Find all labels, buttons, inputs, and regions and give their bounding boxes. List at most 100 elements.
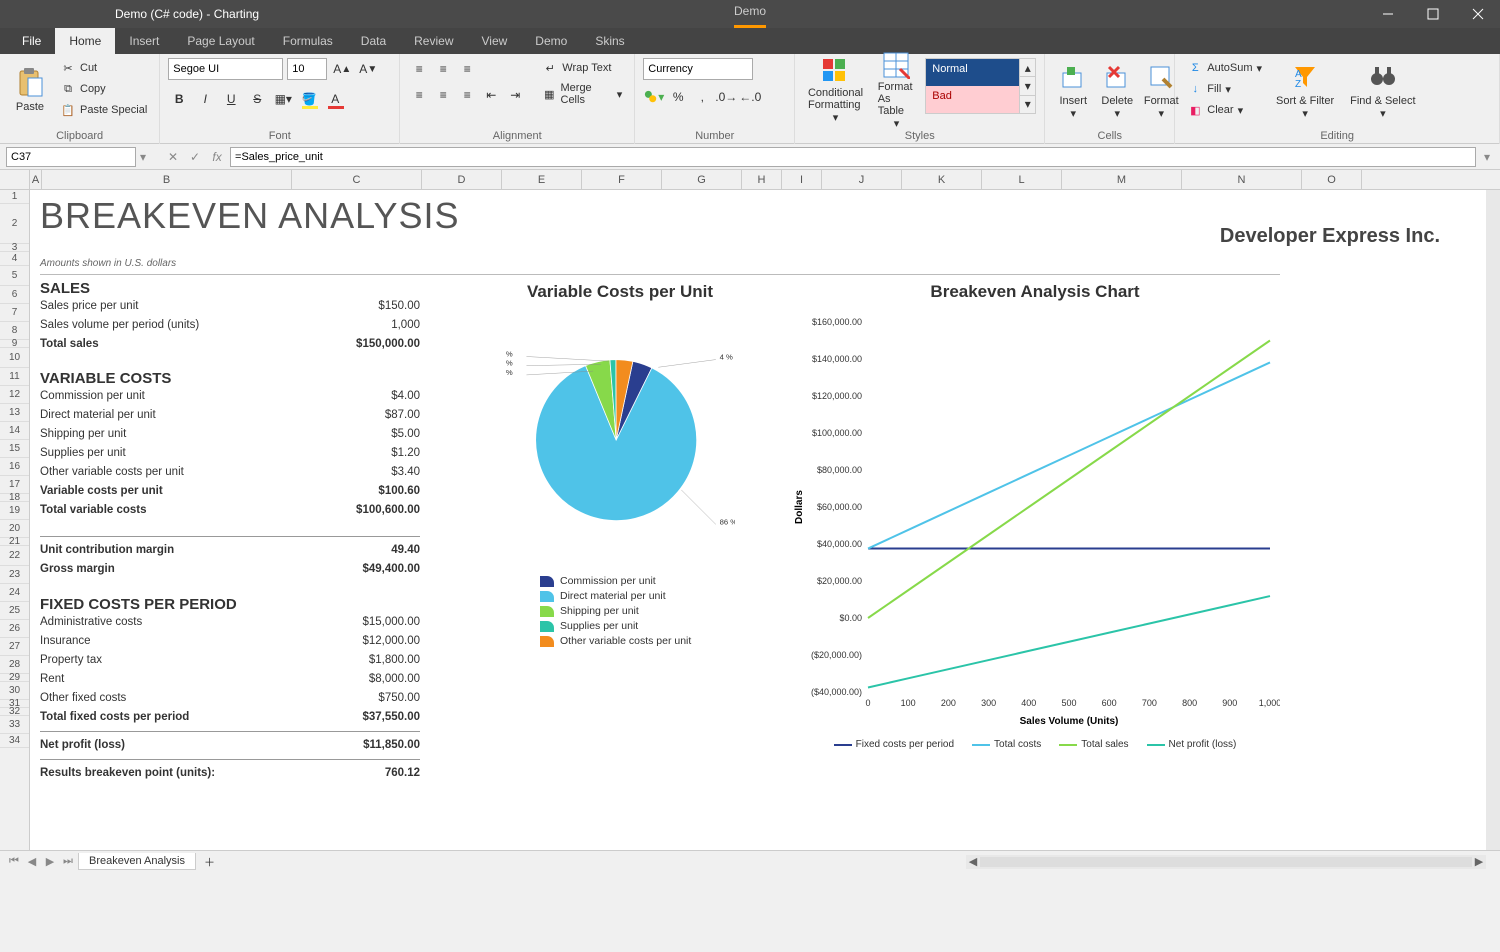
sheet-nav-last[interactable]: ⏭ [60,854,76,870]
autosum-button[interactable]: ΣAutoSum ▾ [1183,58,1266,78]
row-header[interactable]: 4 [0,252,29,266]
align-middle-button[interactable]: ≡ [432,58,454,80]
row-header[interactable]: 12 [0,386,29,404]
row-header[interactable]: 23 [0,566,29,584]
copy-button[interactable]: ⧉Copy [56,79,151,99]
tab-home[interactable]: Home [55,28,115,54]
row-header[interactable]: 9 [0,340,29,348]
align-left-button[interactable]: ≡ [408,84,430,106]
row-header[interactable]: 26 [0,620,29,638]
number-format-select[interactable] [643,58,753,80]
align-bottom-button[interactable]: ≡ [456,58,478,80]
column-header[interactable]: H [742,170,782,189]
horizontal-scrollbar[interactable]: ◀▶ [966,855,1486,869]
select-all-cell[interactable] [0,170,30,189]
paste-special-button[interactable]: 📋Paste Special [56,100,151,120]
increase-decimal-button[interactable]: .0→ [715,86,737,108]
decrease-font-button[interactable]: A▼ [357,58,379,80]
column-header[interactable]: N [1182,170,1302,189]
wrap-text-button[interactable]: ↵Wrap Text [538,58,626,78]
currency-button[interactable]: ▾ [643,86,665,108]
conditional-formatting-button[interactable]: Conditional Formatting ▾ [803,58,867,122]
row-header[interactable]: 22 [0,546,29,566]
cancel-formula-button[interactable]: ✕ [164,148,182,166]
fill-color-button[interactable]: 🪣 [298,88,320,110]
close-button[interactable] [1455,0,1500,28]
row-header[interactable]: 18 [0,494,29,502]
expand-formula-bar-button[interactable]: ▾ [1480,150,1494,164]
bold-button[interactable]: B [168,88,190,110]
add-sheet-button[interactable]: ＋ [198,852,221,872]
increase-font-button[interactable]: A▲ [331,58,353,80]
align-top-button[interactable]: ≡ [408,58,430,80]
decrease-indent-button[interactable]: ⇤ [480,84,502,106]
find-select-button[interactable]: Find & Select ▾ [1344,58,1421,122]
row-header[interactable]: 27 [0,638,29,656]
sort-filter-button[interactable]: AZ Sort & Filter ▾ [1270,58,1340,122]
maximize-button[interactable] [1410,0,1455,28]
font-name-select[interactable] [168,58,283,80]
column-header[interactable]: E [502,170,582,189]
worksheet-grid[interactable]: BREAKEVEN ANALYSIS Developer Express Inc… [30,190,1500,850]
sheet-nav-prev[interactable]: ◀ [24,854,40,870]
style-normal[interactable]: Normal [926,59,1019,86]
row-header[interactable]: 1 [0,190,29,204]
row-header[interactable]: 2 [0,204,29,244]
name-box[interactable] [6,147,136,167]
increase-indent-button[interactable]: ⇥ [504,84,526,106]
percent-button[interactable]: % [667,86,689,108]
column-header[interactable]: L [982,170,1062,189]
column-header[interactable]: J [822,170,902,189]
row-header[interactable]: 10 [0,348,29,368]
tab-demo[interactable]: Demo [521,28,581,54]
row-header[interactable]: 16 [0,458,29,476]
format-as-table-button[interactable]: Format As Table ▾ [872,58,922,122]
fill-button[interactable]: ↓Fill ▾ [1183,79,1266,99]
styles-more-button[interactable]: ▾ [1020,96,1035,113]
row-header[interactable]: 5 [0,266,29,286]
row-header[interactable]: 34 [0,734,29,748]
align-right-button[interactable]: ≡ [456,84,478,106]
align-center-button[interactable]: ≡ [432,84,454,106]
font-color-button[interactable]: A [324,88,346,110]
name-box-dropdown[interactable]: ▾ [140,150,146,164]
column-header[interactable]: O [1302,170,1362,189]
tab-insert[interactable]: Insert [115,28,173,54]
column-header[interactable]: C [292,170,422,189]
cell-styles-gallery[interactable]: Normal Bad [925,58,1020,114]
accept-formula-button[interactable]: ✓ [186,148,204,166]
column-header[interactable]: M [1062,170,1182,189]
italic-button[interactable]: I [194,88,216,110]
formula-input[interactable] [230,147,1476,167]
column-header[interactable]: G [662,170,742,189]
style-bad[interactable]: Bad [926,86,1019,113]
comma-button[interactable]: , [691,86,713,108]
tab-formulas[interactable]: Formulas [269,28,347,54]
paste-button[interactable]: Paste [8,58,52,122]
sheet-nav-next[interactable]: ▶ [42,854,58,870]
row-header[interactable]: 24 [0,584,29,602]
column-header[interactable]: D [422,170,502,189]
tab-page-layout[interactable]: Page Layout [173,28,268,54]
styles-up-button[interactable]: ▴ [1020,59,1035,77]
row-header[interactable]: 14 [0,422,29,440]
tab-review[interactable]: Review [400,28,467,54]
font-size-select[interactable] [287,58,327,80]
sheet-nav-first[interactable]: ⏮ [6,854,22,870]
insert-cells-button[interactable]: Insert ▾ [1053,58,1093,122]
row-header[interactable]: 19 [0,502,29,520]
decrease-decimal-button[interactable]: ←.0 [739,86,761,108]
column-header[interactable]: B [42,170,292,189]
sheet-tab-active[interactable]: Breakeven Analysis [78,853,196,870]
row-header[interactable]: 6 [0,286,29,304]
row-header[interactable]: 15 [0,440,29,458]
row-header[interactable]: 25 [0,602,29,620]
row-header[interactable]: 11 [0,368,29,386]
row-header[interactable]: 29 [0,674,29,682]
borders-button[interactable]: ▦▾ [272,88,294,110]
row-header[interactable]: 33 [0,716,29,734]
row-header[interactable]: 3 [0,244,29,252]
vertical-scrollbar[interactable] [1486,190,1500,850]
cut-button[interactable]: ✂Cut [56,58,151,78]
tab-view[interactable]: View [468,28,522,54]
